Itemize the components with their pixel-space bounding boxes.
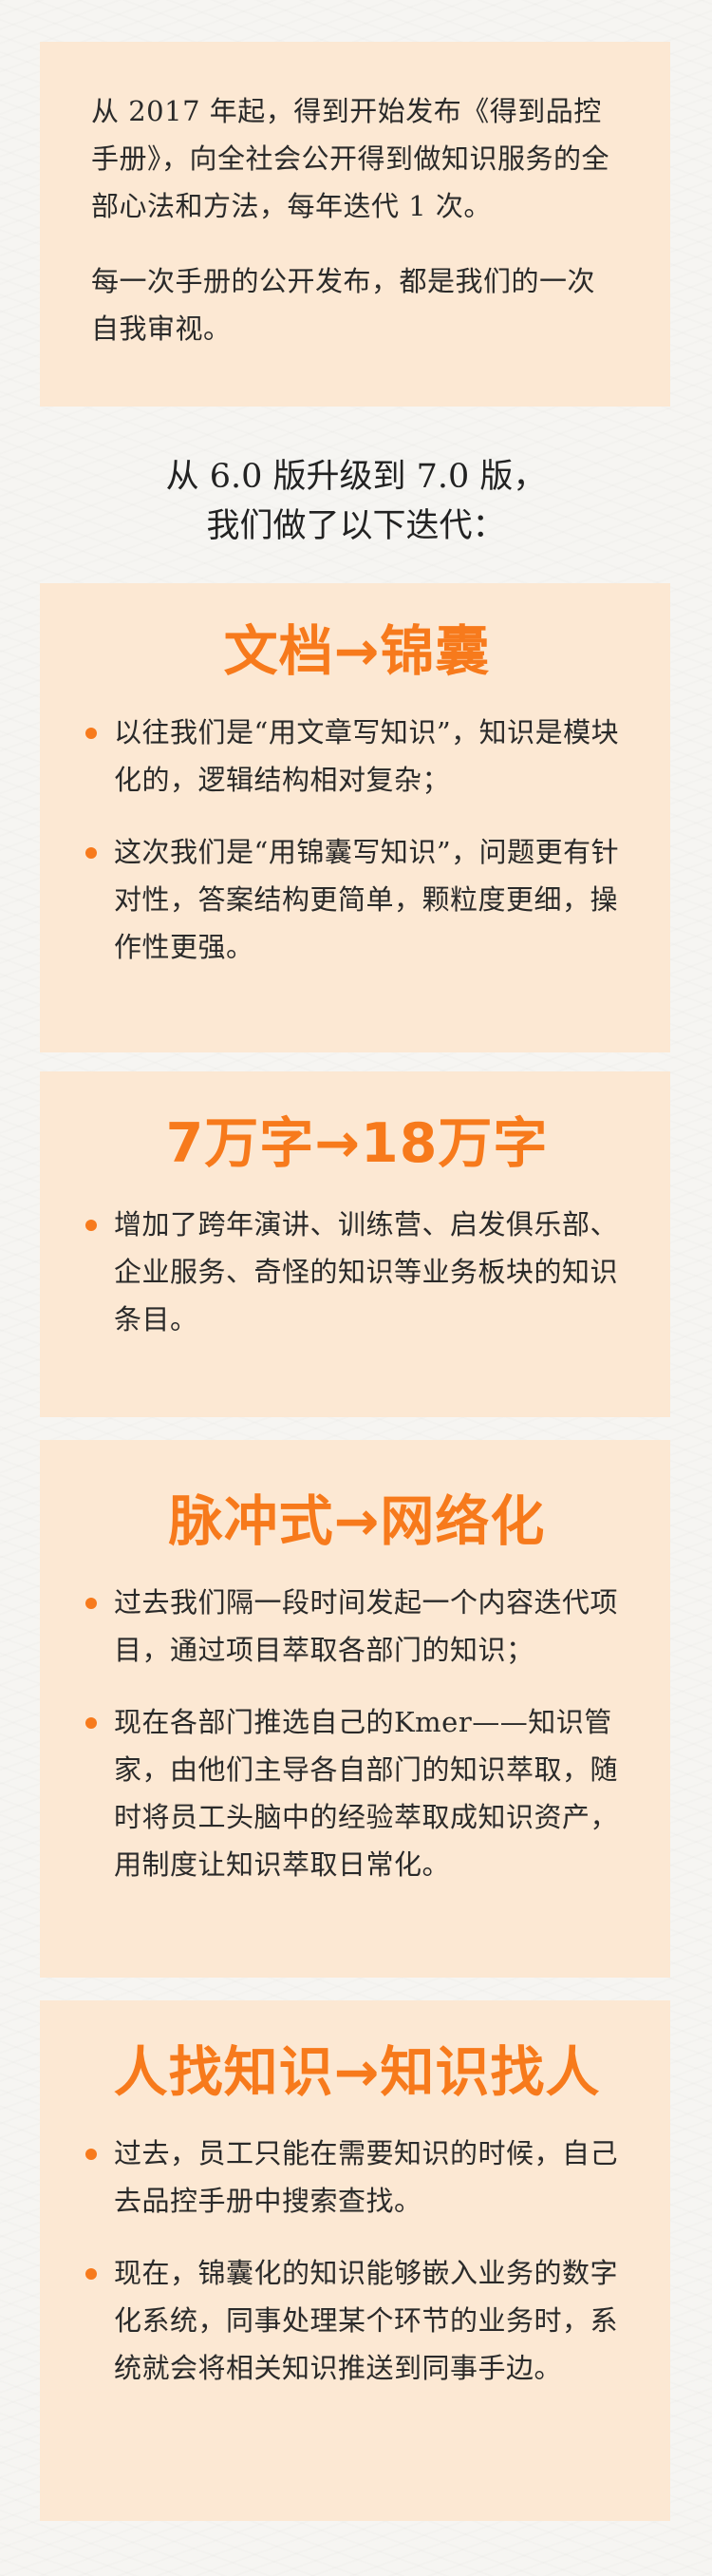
topic-bullet-list: 增加了跨年演讲、训练营、启发俱乐部、企业服务、奇怪的知识等业务板块的知识条目。	[85, 1201, 628, 1343]
bullet-dot-icon	[85, 1717, 97, 1729]
intro-paragraph: 从 2017 年起，得到开始发布《得到品控手册》，向全社会公开得到做知识服务的全…	[91, 95, 610, 222]
bullet-dot-icon	[85, 1598, 97, 1609]
list-item-text: 过去，员工只能在需要知识的时候，自己去品控手册中搜索查找。	[114, 2137, 619, 2217]
topic-card-people-to-knowledge: 人找知识→知识找人 过去，员工只能在需要知识的时候，自己去品控手册中搜索查找。 …	[40, 2000, 670, 2521]
list-item-text: 以往我们是“用文章写知识”，知识是模块化的，逻辑结构相对复杂；	[114, 716, 620, 796]
list-item: 现在，锦囊化的知识能够嵌入业务的数字化系统，同事处理某个环节的业务时，系统就会将…	[85, 2249, 628, 2392]
topic-bullet-list: 过去，员工只能在需要知识的时候，自己去品控手册中搜索查找。 现在，锦囊化的知识能…	[85, 2130, 628, 2392]
list-item: 过去，员工只能在需要知识的时候，自己去品控手册中搜索查找。	[85, 2130, 628, 2225]
topic-title: 文档→锦囊	[223, 620, 491, 683]
bullet-dot-icon	[85, 1220, 97, 1231]
topic-bullet-list: 以往我们是“用文章写知识”，知识是模块化的，逻辑结构相对复杂； 这次我们是“用锦…	[85, 709, 628, 971]
list-item: 过去我们隔一段时间发起一个内容迭代项目，通过项目萃取各部门的知识；	[85, 1579, 628, 1674]
list-item-text: 增加了跨年演讲、训练营、启发俱乐部、企业服务、奇怪的知识等业务板块的知识条目。	[114, 1208, 619, 1335]
list-item-text: 现在，锦囊化的知识能够嵌入业务的数字化系统，同事处理某个环节的业务时，系统就会将…	[114, 2257, 619, 2384]
bullet-dot-icon	[85, 847, 97, 859]
topic-card-word-count: 7万字→18万字 增加了跨年演讲、训练营、启发俱乐部、企业服务、奇怪的知识等业务…	[40, 1071, 670, 1417]
bullet-dot-icon	[85, 2149, 97, 2160]
intro-paragraph: 每一次手册的公开发布，都是我们的一次自我审视。	[91, 265, 596, 345]
topic-title: 7万字→18万字	[165, 1112, 549, 1175]
list-item-text: 这次我们是“用锦囊写知识”，问题更有针对性，答案结构更简单，颗粒度更细，操作性更…	[114, 836, 620, 963]
topic-bullet-list: 过去我们隔一段时间发起一个内容迭代项目，通过项目萃取各部门的知识； 现在各部门推…	[85, 1579, 628, 1888]
iteration-heading-line: 我们做了以下迭代：	[206, 507, 506, 545]
list-item: 这次我们是“用锦囊写知识”，问题更有针对性，答案结构更简单，颗粒度更细，操作性更…	[85, 828, 628, 971]
iteration-heading: 从 6.0 版升级到 7.0 版， 我们做了以下迭代：	[0, 452, 712, 551]
iteration-heading-line: 从 6.0 版升级到 7.0 版，	[165, 458, 547, 496]
topic-title: 脉冲式→网络化	[168, 1490, 546, 1553]
list-item-text: 现在各部门推选自己的Kmer——知识管家，由他们主导各自部门的知识萃取，随时将员…	[114, 1706, 619, 1881]
list-item-text: 过去我们隔一段时间发起一个内容迭代项目，通过项目萃取各部门的知识；	[114, 1586, 619, 1666]
topic-title: 人找知识→知识找人	[113, 2041, 601, 2104]
intro-card: 从 2017 年起，得到开始发布《得到品控手册》，向全社会公开得到做知识服务的全…	[40, 42, 670, 407]
bullet-dot-icon	[85, 728, 97, 739]
list-item: 增加了跨年演讲、训练营、启发俱乐部、企业服务、奇怪的知识等业务板块的知识条目。	[85, 1201, 628, 1343]
list-item: 现在各部门推选自己的Kmer——知识管家，由他们主导各自部门的知识萃取，随时将员…	[85, 1698, 628, 1888]
topic-card-documents-to-tips: 文档→锦囊 以往我们是“用文章写知识”，知识是模块化的，逻辑结构相对复杂； 这次…	[40, 583, 670, 1052]
bullet-dot-icon	[85, 2268, 97, 2280]
list-item: 以往我们是“用文章写知识”，知识是模块化的，逻辑结构相对复杂；	[85, 709, 628, 804]
topic-card-pulse-to-network: 脉冲式→网络化 过去我们隔一段时间发起一个内容迭代项目，通过项目萃取各部门的知识…	[40, 1440, 670, 1978]
